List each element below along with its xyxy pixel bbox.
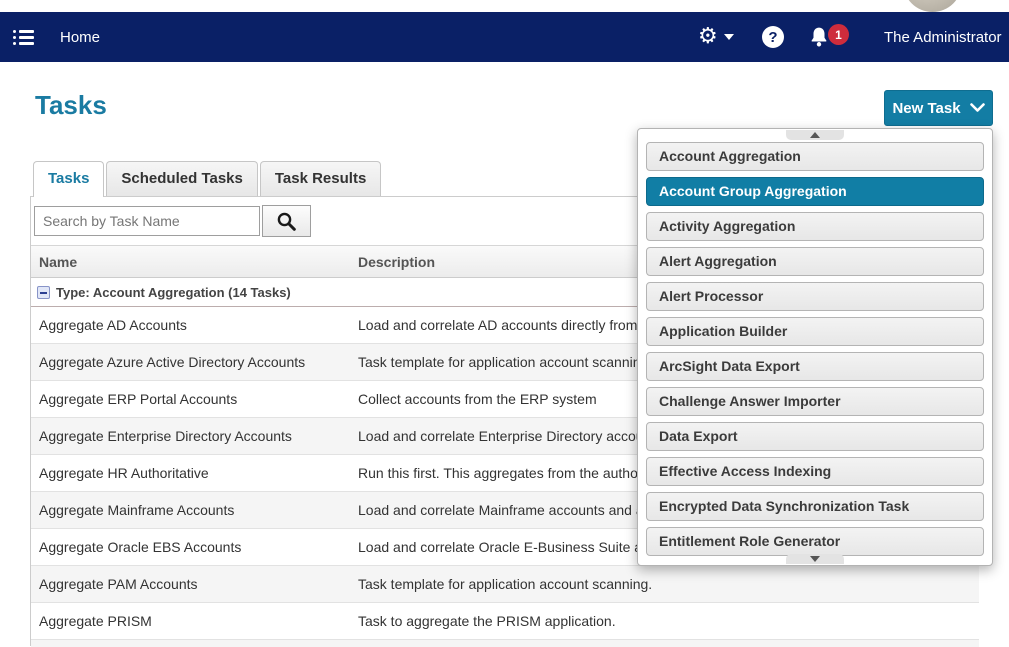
bell-icon: [808, 26, 830, 48]
cell-task-name: Aggregate PAM Accounts: [31, 576, 358, 592]
cell-task-name: Aggregate Mainframe Accounts: [31, 502, 358, 518]
column-header-name[interactable]: Name: [31, 254, 358, 270]
cell-task-name: Aggregate AD Accounts: [31, 317, 358, 333]
menu-list-icon[interactable]: [10, 12, 36, 62]
group-label: Type: Account Aggregation (14 Tasks): [56, 285, 291, 300]
search-button[interactable]: [262, 205, 311, 237]
notification-badge: 1: [828, 24, 849, 45]
menu-item-challenge-answer-importer[interactable]: Challenge Answer Importer: [646, 387, 984, 416]
menu-item-encrypted-data-synchronization-task[interactable]: Encrypted Data Synchronization Task: [646, 492, 984, 521]
table-row[interactable]: Aggregate PRISM Task to aggregate the PR…: [31, 603, 979, 640]
menu-item-account-group-aggregation[interactable]: Account Group Aggregation: [646, 177, 984, 206]
search-input[interactable]: [34, 206, 260, 236]
tab-scheduled-tasks[interactable]: Scheduled Tasks: [106, 161, 257, 196]
scroll-down-icon: [810, 556, 820, 562]
settings-menu[interactable]: ⚙: [698, 12, 734, 62]
scroll-up-icon: [810, 132, 820, 138]
cell-task-name: Aggregate Oracle EBS Accounts: [31, 539, 358, 555]
menu-item-arcsight-data-export[interactable]: ArcSight Data Export: [646, 352, 984, 381]
notifications-button[interactable]: 1: [808, 12, 852, 62]
help-icon[interactable]: ?: [762, 26, 784, 48]
avatar: [903, 0, 962, 12]
cell-task-name: Aggregate HR Authoritative: [31, 465, 358, 481]
cell-task-description: Task to aggregate the PRISM application.: [358, 613, 979, 629]
cell-task-name: Aggregate Azure Active Directory Account…: [31, 354, 358, 370]
menu-item-entitlement-role-generator[interactable]: Entitlement Role Generator: [646, 527, 984, 556]
cell-task-name: Aggregate ERP Portal Accounts: [31, 391, 358, 407]
new-task-label: New Task: [892, 100, 960, 117]
table-row[interactable]: Aggregate PAM Accounts Task template for…: [31, 566, 979, 603]
search-icon: [276, 211, 297, 232]
tab-tasks[interactable]: Tasks: [33, 161, 104, 197]
new-task-button[interactable]: New Task: [884, 90, 993, 126]
chevron-down-icon: [970, 103, 985, 113]
collapse-group-icon[interactable]: [37, 286, 50, 299]
user-name-label: The Administrator: [884, 29, 1002, 46]
menu-item-account-aggregation[interactable]: Account Aggregation: [646, 142, 984, 171]
home-link[interactable]: Home: [60, 12, 100, 62]
cell-task-description: Task template for application account sc…: [358, 576, 979, 592]
tab-task-results[interactable]: Task Results: [260, 161, 381, 196]
menu-item-list: Account Aggregation Account Group Aggreg…: [646, 142, 984, 562]
tab-bar: Tasks Scheduled Tasks Task Results: [33, 161, 383, 197]
chevron-down-icon: [724, 34, 734, 40]
user-menu[interactable]: The Administrator: [884, 12, 1009, 62]
cell-task-name: Aggregate Enterprise Directory Accounts: [31, 428, 358, 444]
page-title: Tasks: [35, 90, 107, 121]
menu-item-data-export[interactable]: Data Export: [646, 422, 984, 451]
menu-item-activity-aggregation[interactable]: Activity Aggregation: [646, 212, 984, 241]
cell-task-name: Aggregate PRISM: [31, 613, 358, 629]
gear-icon: ⚙: [698, 26, 718, 48]
top-navbar: Home ⚙ ? 1 The Administrator: [0, 12, 1009, 62]
menu-item-application-builder[interactable]: Application Builder: [646, 317, 984, 346]
menu-item-alert-processor[interactable]: Alert Processor: [646, 282, 984, 311]
scroll-up-button[interactable]: [786, 130, 844, 140]
menu-item-alert-aggregation[interactable]: Alert Aggregation: [646, 247, 984, 276]
new-task-dropdown: Account Aggregation Account Group Aggreg…: [637, 128, 993, 566]
scroll-down-button[interactable]: [786, 554, 844, 564]
menu-item-effective-access-indexing[interactable]: Effective Access Indexing: [646, 457, 984, 486]
